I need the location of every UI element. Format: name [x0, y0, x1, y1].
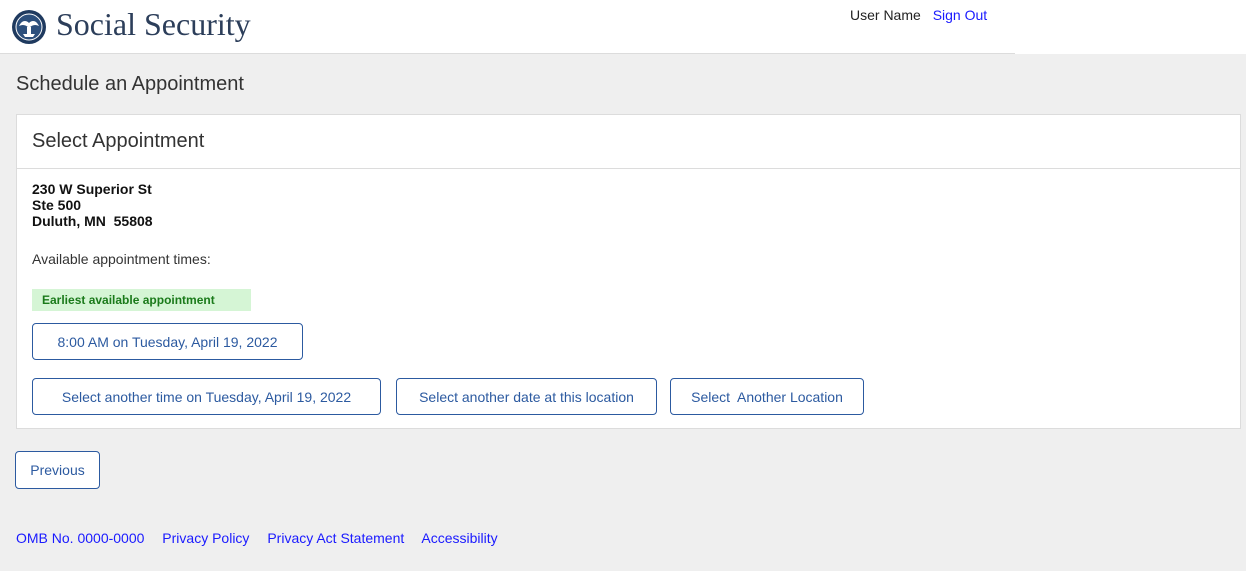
privacy-policy-link[interactable]: Privacy Policy — [162, 530, 249, 546]
brand-title[interactable]: Social Security — [56, 4, 251, 44]
footer-links: OMB No. 0000-0000 Privacy Policy Privacy… — [16, 530, 512, 546]
select-another-location-button[interactable]: Select Another Location — [670, 378, 864, 415]
user-area: User Name Sign Out — [850, 7, 987, 23]
previous-button[interactable]: Previous — [15, 451, 100, 489]
earliest-appointment-button[interactable]: 8:00 AM on Tuesday, April 19, 2022 — [32, 323, 303, 360]
available-times-label: Available appointment times: — [32, 251, 211, 267]
page-title: Schedule an Appointment — [16, 73, 244, 95]
sign-out-link[interactable]: Sign Out — [933, 7, 987, 23]
user-name: User Name — [850, 7, 921, 23]
omb-number-link[interactable]: OMB No. 0000-0000 — [16, 530, 144, 546]
select-appointment-panel: Select Appointment 230 W Superior St Ste… — [16, 114, 1241, 429]
select-another-time-button[interactable]: Select another time on Tuesday, April 19… — [32, 378, 381, 415]
select-another-date-button[interactable]: Select another date at this location — [396, 378, 657, 415]
panel-heading: Select Appointment — [17, 115, 1240, 169]
earliest-available-badge: Earliest available appointment — [32, 289, 251, 311]
address-line-3: Duluth, MN 55808 — [32, 213, 153, 229]
site-header: Social Security User Name Sign Out — [0, 0, 1246, 54]
address-line-2: Ste 500 — [32, 197, 82, 213]
office-address: 230 W Superior St Ste 500 Duluth, MN 558… — [32, 181, 153, 229]
privacy-act-link[interactable]: Privacy Act Statement — [267, 530, 404, 546]
header-divider — [0, 53, 1015, 54]
accessibility-link[interactable]: Accessibility — [421, 530, 497, 546]
address-line-1: 230 W Superior St — [32, 181, 152, 197]
ssa-seal-icon[interactable] — [11, 9, 47, 45]
